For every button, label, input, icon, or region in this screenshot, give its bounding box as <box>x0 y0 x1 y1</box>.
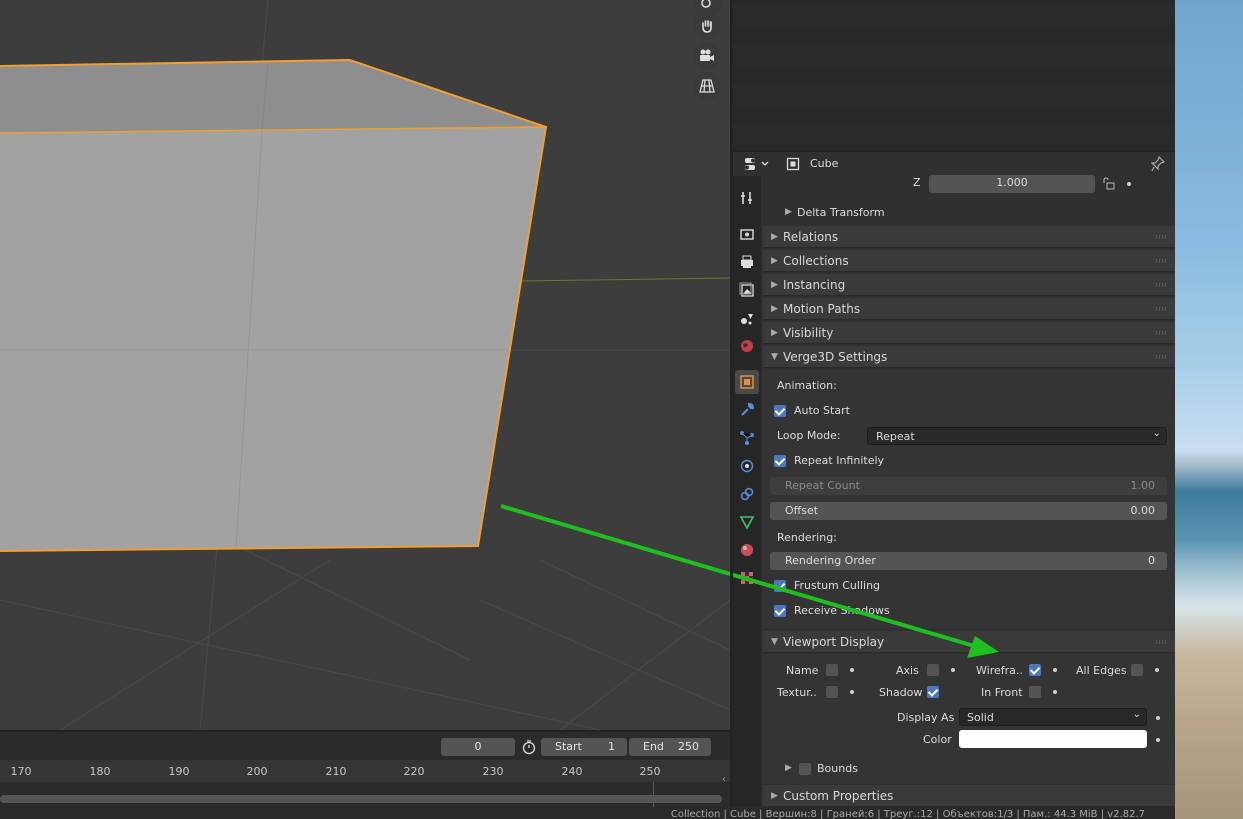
list-item[interactable] <box>733 105 1175 125</box>
list-item[interactable] <box>733 25 1175 45</box>
list-item[interactable] <box>733 65 1175 85</box>
status-bar: Collection | Cube | Вершин:8 | Граней:6 … <box>0 807 1175 819</box>
collapse-arrow-icon[interactable]: ‹ <box>722 774 726 785</box>
frame-tick: 220 <box>403 765 425 778</box>
desktop-background-photo <box>1175 0 1243 819</box>
frame-tick: 190 <box>168 765 190 778</box>
end-value: 250 <box>678 740 699 753</box>
frame-tick: 170 <box>10 765 32 778</box>
timeline-header: 0 Start 1 End 250 <box>0 732 730 760</box>
end-label: End <box>643 740 664 753</box>
status-text: Collection | Cube | Вершин:8 | Граней:6 … <box>670 809 1145 819</box>
start-value: 1 <box>608 740 615 753</box>
current-frame-field[interactable]: 0 <box>441 738 515 756</box>
annotation-arrow-head <box>733 572 999 658</box>
frame-ruler[interactable]: 170 180 190 200 210 220 230 240 250 <box>0 760 730 782</box>
start-label: Start <box>555 740 582 753</box>
frame-tick: 210 <box>325 765 347 778</box>
3d-viewport[interactable] <box>0 0 730 730</box>
end-frame-field[interactable]: End 250 <box>629 738 711 756</box>
frame-tick: 200 <box>246 765 268 778</box>
list-item[interactable] <box>733 45 1175 65</box>
list-item[interactable] <box>733 85 1175 105</box>
annotation-arrow <box>500 504 730 576</box>
properties-editor[interactable]: Cube Z 1.000 ▶ Delta Transform ▶ Relatio… <box>733 152 1175 807</box>
list-item[interactable] <box>733 5 1175 25</box>
frame-tick: 250 <box>639 765 661 778</box>
timeline[interactable]: 0 Start 1 End 250 170 180 190 200 210 22… <box>0 732 730 807</box>
stopwatch-icon[interactable] <box>521 739 539 757</box>
list-item[interactable] <box>733 125 1175 145</box>
frame-tick: 230 <box>482 765 504 778</box>
timeline-scrollbar[interactable] <box>0 795 722 803</box>
frame-tick: 180 <box>89 765 111 778</box>
frame-tick: 240 <box>561 765 583 778</box>
start-frame-field[interactable]: Start 1 <box>541 738 627 756</box>
outliner[interactable] <box>733 0 1175 150</box>
